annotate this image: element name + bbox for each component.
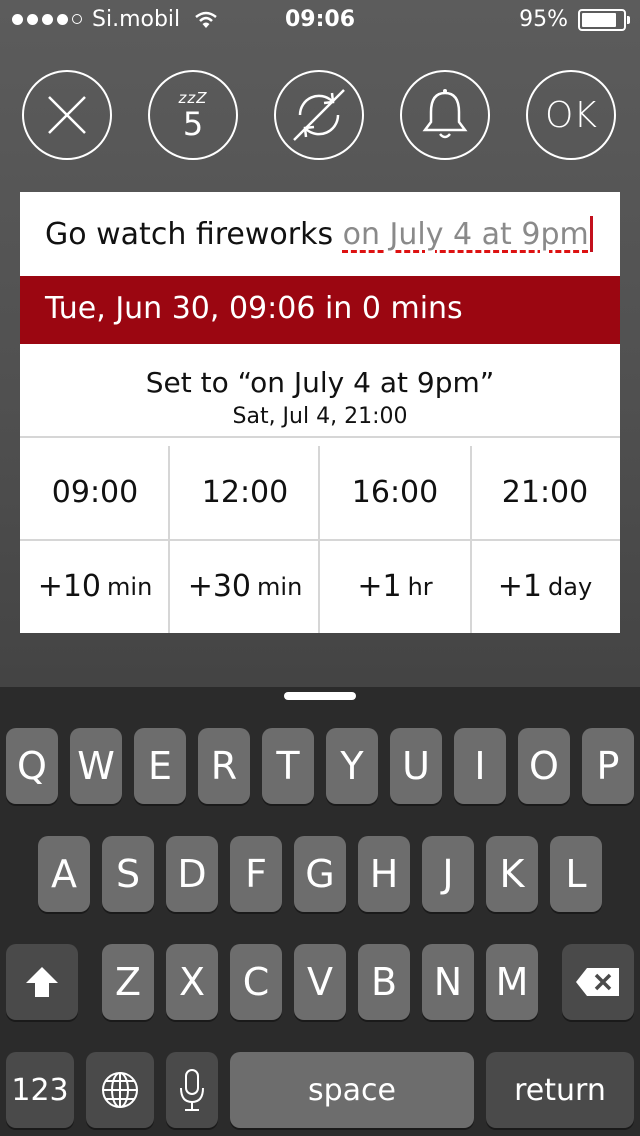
reminder-title-text: Go watch fireworks: [45, 217, 343, 252]
keyboard: Q W E R T Y U I O P A S D F G H J K L Z …: [0, 706, 640, 1136]
key-o[interactable]: O: [518, 728, 570, 804]
text-caret: [589, 216, 593, 252]
offset-preset-1hr[interactable]: +1 hr: [320, 540, 470, 633]
offset-value: +1: [357, 569, 402, 604]
key-a[interactable]: A: [38, 836, 90, 912]
battery-percent: 95%: [519, 7, 568, 32]
globe-icon: [102, 1072, 138, 1108]
key-y[interactable]: Y: [326, 728, 378, 804]
numbers-key[interactable]: 123: [6, 1052, 74, 1128]
shift-key[interactable]: [6, 944, 78, 1020]
close-icon: [48, 96, 86, 134]
offset-unit: min: [107, 572, 153, 601]
key-x[interactable]: X: [166, 944, 218, 1020]
backspace-key[interactable]: [562, 944, 634, 1020]
suggestion-subtitle: Sat, Jul 4, 21:00: [232, 404, 408, 429]
bell-icon: [422, 89, 468, 139]
status-bar: Si.mobil 09:06 95%: [0, 0, 640, 40]
microphone-icon: [180, 1069, 204, 1111]
globe-key[interactable]: [86, 1052, 154, 1128]
offset-preset-30min[interactable]: +30 min: [170, 540, 320, 633]
key-l[interactable]: L: [550, 836, 602, 912]
offset-value: +30: [187, 569, 252, 604]
delete-backward-icon: [576, 968, 619, 996]
key-u[interactable]: U: [390, 728, 442, 804]
offset-unit: min: [257, 572, 303, 601]
key-c[interactable]: C: [230, 944, 282, 1020]
suggestion-row[interactable]: Set to “on July 4 at 9pm” Sat, Jul 4, 21…: [20, 344, 620, 438]
repeat-off-icon: [293, 89, 345, 141]
status-right: 95%: [519, 7, 630, 32]
key-d[interactable]: D: [166, 836, 218, 912]
ok-label: OK: [545, 94, 597, 136]
key-i[interactable]: I: [454, 728, 506, 804]
key-h[interactable]: H: [358, 836, 410, 912]
offset-preset-1day[interactable]: +1 day: [470, 540, 620, 633]
key-r[interactable]: R: [198, 728, 250, 804]
key-j[interactable]: J: [422, 836, 474, 912]
snooze-zzz-icon: zzZ: [178, 88, 208, 107]
offset-unit: day: [548, 572, 593, 601]
key-v[interactable]: V: [294, 944, 346, 1020]
key-f[interactable]: F: [230, 836, 282, 912]
key-p[interactable]: P: [582, 728, 634, 804]
current-due-bar[interactable]: Tue, Jun 30, 09:06 in 0 mins: [20, 276, 620, 344]
offset-value: +1: [497, 569, 543, 604]
time-preset-2100[interactable]: 21:00: [470, 446, 620, 539]
snooze-button[interactable]: zzZ 5: [148, 70, 238, 160]
parsed-date-text: on July 4 at 9pm: [342, 217, 589, 252]
grid-divider: [20, 539, 620, 541]
reminder-input[interactable]: Go watch fireworks on July 4 at 9pm: [20, 192, 620, 276]
key-n[interactable]: N: [422, 944, 474, 1020]
key-k[interactable]: K: [486, 836, 538, 912]
offset-preset-10min[interactable]: +10 min: [20, 540, 170, 633]
current-due-text: Tue, Jun 30, 09:06 in 0 mins: [45, 291, 463, 326]
key-b[interactable]: B: [358, 944, 410, 1020]
snooze-count: 5: [182, 104, 204, 143]
time-preset-1200[interactable]: 12:00: [170, 446, 320, 539]
time-preset-1600[interactable]: 16:00: [320, 446, 470, 539]
key-q[interactable]: Q: [6, 728, 58, 804]
quick-time-grid: 09:00 12:00 16:00 21:00 +10 min +30 min +1…: [20, 446, 620, 633]
shift-arrow-icon: [26, 967, 58, 997]
reminder-card: Go watch fireworks on July 4 at 9pm Tue,…: [20, 192, 620, 633]
key-t[interactable]: T: [262, 728, 314, 804]
dismiss-button[interactable]: [22, 70, 112, 160]
key-z[interactable]: Z: [102, 944, 154, 1020]
offset-value: +10: [37, 569, 102, 604]
offset-unit: hr: [407, 572, 433, 601]
suggestion-title: Set to “on July 4 at 9pm”: [145, 366, 495, 399]
key-s[interactable]: S: [102, 836, 154, 912]
time-preset-0900[interactable]: 09:00: [20, 446, 170, 539]
battery-icon: [578, 8, 630, 31]
return-key[interactable]: return: [486, 1052, 634, 1128]
key-w[interactable]: W: [70, 728, 122, 804]
key-m[interactable]: M: [486, 944, 538, 1020]
ok-button[interactable]: OK: [526, 70, 616, 160]
notification-button[interactable]: [400, 70, 490, 160]
key-g[interactable]: G: [294, 836, 346, 912]
keyboard-drag-handle[interactable]: [284, 692, 356, 700]
space-key[interactable]: space: [230, 1052, 474, 1128]
no-repeat-button[interactable]: [274, 70, 364, 160]
action-bar: zzZ 5 OK: [0, 70, 640, 165]
dictation-key[interactable]: [166, 1052, 218, 1128]
key-e[interactable]: E: [134, 728, 186, 804]
